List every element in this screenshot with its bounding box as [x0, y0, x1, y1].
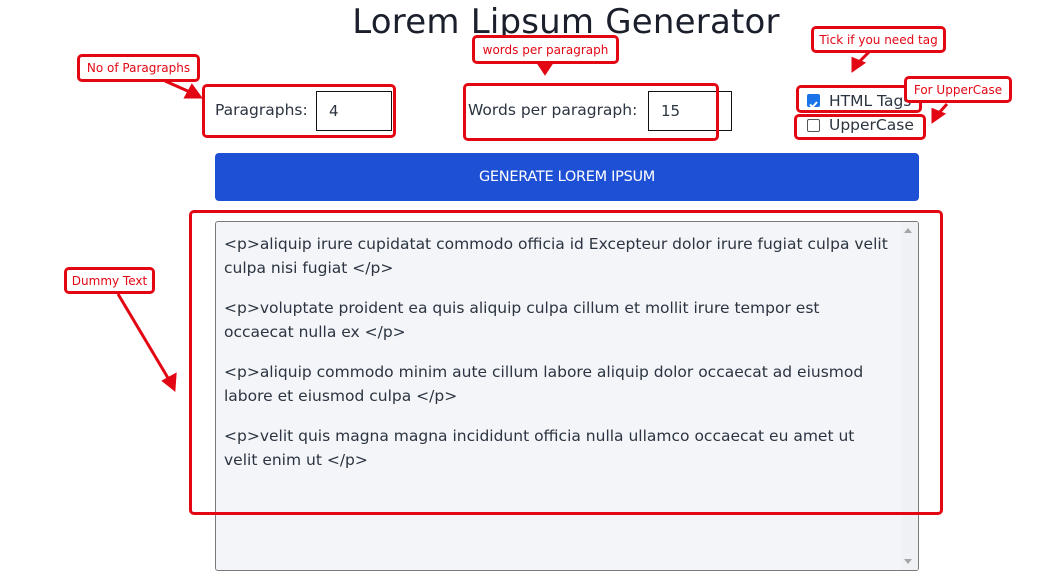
arrow-dummy-text: [116, 293, 170, 379]
callout-no-of-paragraphs: No of Paragraphs: [77, 54, 200, 82]
callout-for-uppercase: For UpperCase: [904, 76, 1012, 103]
arrowhead-icon: [536, 62, 554, 76]
arrowhead-icon: [161, 372, 177, 392]
annotation-arrows: [116, 50, 949, 392]
arrow-no-of-paragraphs: [164, 79, 191, 94]
arrowhead-icon: [183, 83, 203, 99]
callout-tick-if-you-need-tag: Tick if you need tag: [811, 26, 946, 53]
callout-dummy-text: Dummy Text: [64, 267, 155, 294]
callout-words-per-paragraph: words per paragraph: [472, 35, 619, 64]
